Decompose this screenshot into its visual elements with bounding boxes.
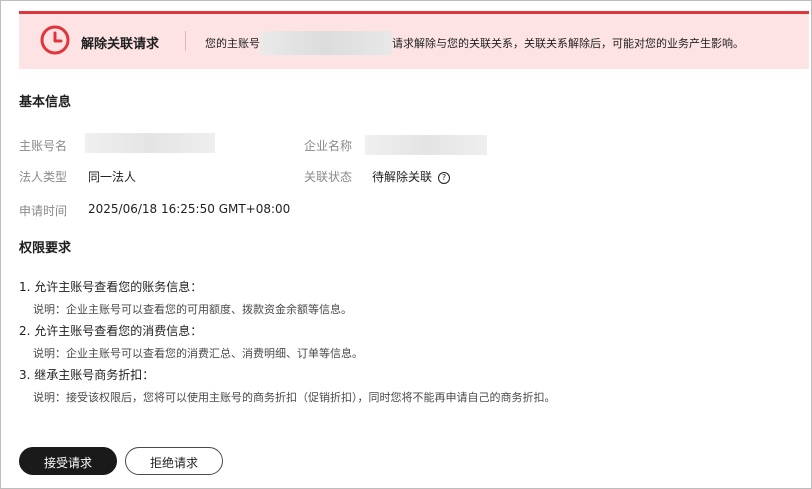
alert-divider: [185, 31, 186, 51]
dialog-frame: 解除关联请求 您的主账号 请求解除与您的关联关系，关联关系解除后，可能对您的业务产…: [0, 0, 812, 489]
basic-info-title: 基本信息: [19, 95, 72, 110]
company-name-value-masked: [365, 135, 487, 155]
relation-status-label: 关联状态: [304, 170, 353, 184]
legal-type-value: 同一法人: [88, 170, 137, 184]
alert-message-prefix: 您的主账号: [205, 37, 260, 50]
permission-item-1-desc: 说明：企业主账号可以查看您的可用额度、拨款资金余额等信息。: [33, 303, 352, 316]
company-name-label: 企业名称: [304, 139, 353, 153]
main-account-value-masked: [85, 133, 215, 153]
masked-account-name: [260, 31, 392, 55]
clock-icon: [40, 25, 70, 55]
main-account-label: 主账号名: [19, 139, 68, 153]
permission-item-3-desc: 说明：接受该权限后，您将可以使用主账号的商务折扣（促销折扣），同时您将不能再申请…: [33, 391, 556, 404]
unlink-request-alert: 解除关联请求 您的主账号 请求解除与您的关联关系，关联关系解除后，可能对您的业务产…: [19, 11, 809, 69]
relation-status-text: 待解除关联: [372, 170, 433, 184]
permission-item-1-title: 1. 允许主账号查看您的账务信息：: [19, 280, 203, 294]
legal-type-label: 法人类型: [19, 170, 68, 184]
reject-request-button[interactable]: 拒绝请求: [125, 447, 223, 475]
alert-title: 解除关联请求: [81, 37, 160, 52]
permission-item-2-title: 2. 允许主账号查看您的消费信息：: [19, 324, 203, 338]
permission-item-3-title: 3. 继承主账号商务折扣：: [19, 368, 155, 382]
question-circle-icon[interactable]: ?: [438, 172, 451, 184]
permission-item-2-desc: 说明：企业主账号可以查看您的消费汇总、消费明细、订单等信息。: [33, 347, 363, 360]
permissions-title: 权限要求: [19, 241, 72, 256]
alert-message: 您的主账号 请求解除与您的关联关系，关联关系解除后，可能对您的业务产生影响。: [205, 31, 744, 55]
apply-time-value: 2025/06/18 16:25:50 GMT+08:00: [88, 202, 291, 216]
apply-time-label: 申请时间: [19, 204, 68, 218]
relation-status-value: 待解除关联?: [372, 168, 451, 185]
accept-request-button[interactable]: 接受请求: [19, 447, 117, 475]
alert-message-suffix: 请求解除与您的关联关系，关联关系解除后，可能对您的业务产生影响。: [392, 37, 744, 50]
